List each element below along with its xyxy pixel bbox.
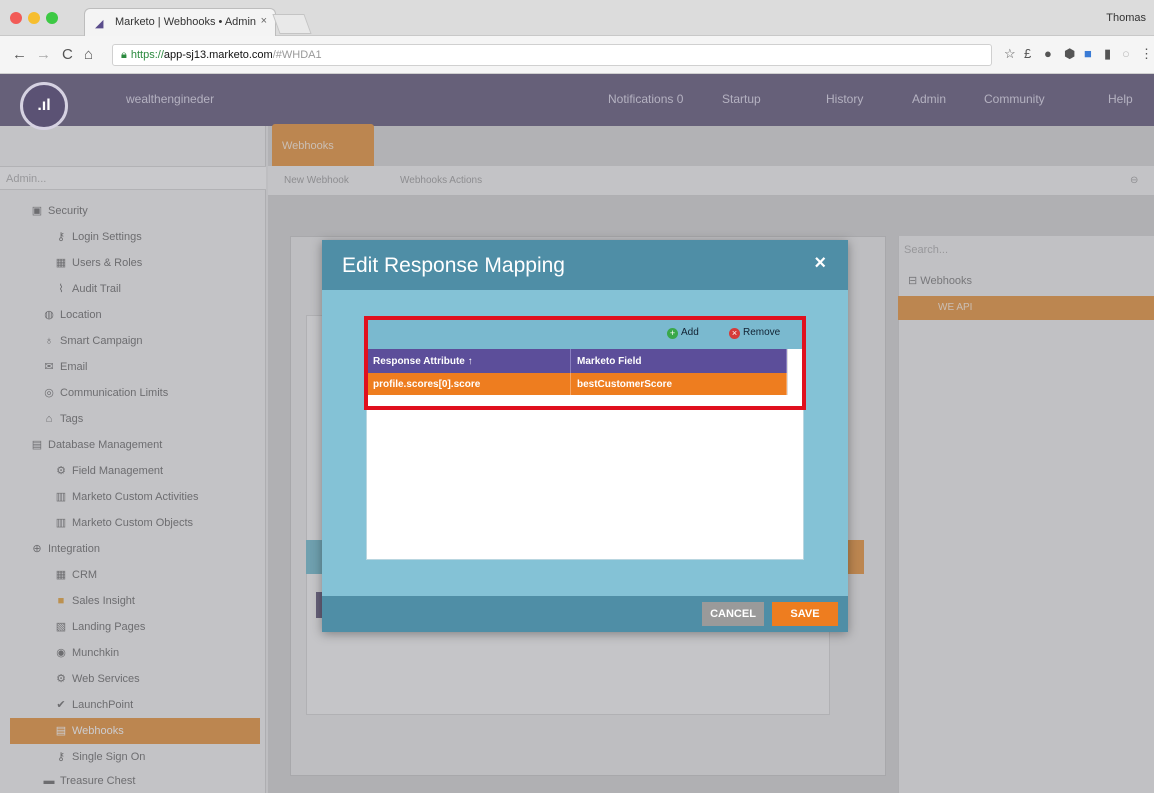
dialog-header: Edit Response Mapping ×: [322, 240, 848, 290]
extension-icon[interactable]: ○: [1122, 46, 1130, 61]
extension-icon[interactable]: £: [1024, 46, 1031, 61]
plus-icon: +: [667, 328, 678, 339]
extension-icon[interactable]: ■: [1084, 46, 1092, 61]
reload-icon[interactable]: C: [62, 46, 73, 63]
grid-toolbar: + Add × Remove: [367, 319, 805, 349]
browser-tab-title: Marketo | Webhooks • Admin: [115, 16, 257, 28]
add-row-label: Add: [681, 327, 699, 338]
extension-icon[interactable]: ●: [1044, 46, 1052, 61]
secure-lock-icon: 🔒︎: [121, 49, 127, 61]
grid-header-row: Response Attribute ↑ Marketo Field: [367, 349, 787, 373]
extension-icon[interactable]: ⬢: [1064, 46, 1075, 62]
mapping-grid: + Add × Remove Response Attribute ↑ Market…: [366, 318, 805, 560]
url-host: app-sj13.marketo.com: [163, 49, 273, 61]
forward-icon[interactable]: →: [36, 46, 51, 63]
new-tab-button[interactable]: [272, 14, 312, 34]
minimize-window-icon[interactable]: [28, 12, 40, 24]
marketo-favicon-icon: ◢: [95, 18, 104, 30]
tab-close-icon[interactable]: ×: [261, 15, 267, 27]
back-icon[interactable]: ←: [12, 46, 27, 63]
save-button[interactable]: SAVE: [772, 602, 838, 626]
column-header-label: Response Attribute: [373, 356, 465, 367]
add-row-button[interactable]: + Add: [667, 327, 699, 339]
close-window-icon[interactable]: [10, 12, 22, 24]
browser-tab[interactable]: ◢ Marketo | Webhooks • Admin ×: [84, 8, 276, 36]
table-row[interactable]: profile.scores[0].score bestCustomerScor…: [367, 373, 787, 395]
browser-tab-bar: ◢ Marketo | Webhooks • Admin × Thomas: [0, 0, 1154, 36]
column-header-marketo-field[interactable]: Marketo Field: [571, 349, 787, 373]
url-hash: /#WHDA1: [272, 49, 322, 61]
edit-response-mapping-dialog: Edit Response Mapping × + Add × Remove Res…: [322, 240, 848, 632]
menu-icon[interactable]: ⋮: [1140, 46, 1153, 62]
url-scheme: https://: [130, 49, 164, 61]
marketo-logo[interactable]: .ıl: [20, 82, 68, 130]
cell-marketo-field[interactable]: bestCustomerScore: [571, 373, 787, 395]
star-icon[interactable]: ☆: [1004, 46, 1016, 62]
address-bar[interactable]: 🔒︎ https://app-sj13.marketo.com/#WHDA1: [112, 44, 992, 66]
browser-profile-name[interactable]: Thomas: [1106, 12, 1146, 24]
dialog-title: Edit Response Mapping: [342, 254, 565, 277]
dialog-footer: CANCEL SAVE: [322, 596, 848, 632]
cell-response-attribute[interactable]: profile.scores[0].score: [367, 373, 571, 395]
sort-arrow-icon: ↑: [467, 356, 473, 367]
maximize-window-icon[interactable]: [46, 12, 58, 24]
remove-row-label: Remove: [743, 327, 781, 338]
remove-row-button[interactable]: × Remove: [729, 327, 780, 339]
extension-icon[interactable]: ▮: [1104, 46, 1111, 62]
remove-icon: ×: [729, 328, 740, 339]
column-header-response-attribute[interactable]: Response Attribute ↑: [367, 349, 571, 373]
browser-toolbar: ← → C ⌂ 🔒︎ https://app-sj13.marketo.com/#…: [0, 36, 1154, 74]
grid-scrollbar[interactable]: [787, 349, 805, 395]
dialog-body: + Add × Remove Response Attribute ↑ Market…: [322, 290, 848, 596]
cancel-button[interactable]: CANCEL: [702, 602, 764, 626]
close-icon[interactable]: ×: [814, 252, 826, 275]
home-icon[interactable]: ⌂: [84, 46, 93, 63]
